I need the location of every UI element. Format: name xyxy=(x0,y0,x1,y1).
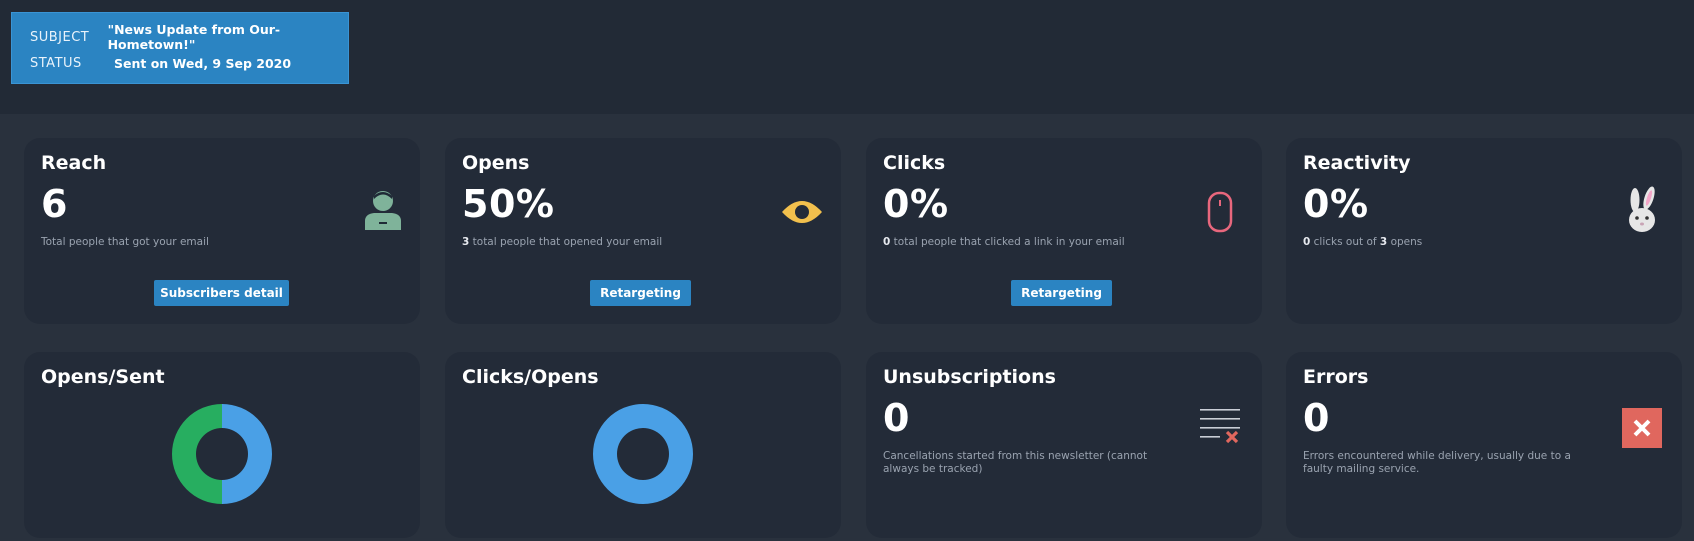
reactivity-text-end: opens xyxy=(1387,236,1423,248)
errors-value: 0 xyxy=(1303,396,1330,440)
clicks-title: Clicks xyxy=(883,152,946,174)
opens-description: 3 total people that opened your email xyxy=(462,236,662,249)
list-remove-icon xyxy=(1200,409,1240,444)
unsubscriptions-value: 0 xyxy=(883,396,910,440)
reach-value: 6 xyxy=(41,182,68,226)
header-band: SUBJECT "News Update from Our-Hometown!"… xyxy=(0,0,1694,114)
reach-description: Total people that got your email xyxy=(41,236,209,248)
reactivity-description: 0 clicks out of 3 opens xyxy=(1303,236,1422,249)
clicks-opens-title: Clicks/Opens xyxy=(462,366,599,388)
subject-value: "News Update from Our-Hometown!" xyxy=(107,22,281,52)
status-label: STATUS xyxy=(30,55,82,71)
opens-sent-slice-0 xyxy=(222,404,272,504)
stats-dashboard: Reach 6 Total people that got your email… xyxy=(0,114,1694,541)
campaign-info-box: SUBJECT "News Update from Our-Hometown!"… xyxy=(11,12,349,84)
eye-icon xyxy=(782,201,822,223)
clicks-opens-donut-chart xyxy=(593,404,693,504)
reactivity-text-mid: clicks out of xyxy=(1310,236,1380,248)
reactivity-card: Reactivity 0% 0 clicks out of 3 opens xyxy=(1286,138,1682,324)
opens-sent-slice-1 xyxy=(172,404,222,504)
unsubscriptions-title: Unsubscriptions xyxy=(883,366,1056,388)
opens-card: Opens 50% 3 total people that opened you… xyxy=(445,138,841,324)
close-box-icon xyxy=(1622,408,1662,448)
opens-title: Opens xyxy=(462,152,530,174)
clicks-card: Clicks 0% 0 total people that clicked a … xyxy=(866,138,1262,324)
rabbit-icon xyxy=(1629,186,1655,232)
clicks-opens-slice-1 xyxy=(593,404,693,504)
unsubscriptions-description: Cancellations started from this newslett… xyxy=(883,450,1148,475)
opens-retargeting-button[interactable]: Retargeting xyxy=(590,280,691,306)
reach-card: Reach 6 Total people that got your email… xyxy=(24,138,420,324)
clicks-retargeting-button[interactable]: Retargeting xyxy=(1011,280,1112,306)
clicks-value: 0% xyxy=(883,182,949,226)
subject-row: SUBJECT "News Update from Our-Hometown!" xyxy=(30,22,348,52)
errors-title: Errors xyxy=(1303,366,1369,388)
reactivity-title: Reactivity xyxy=(1303,152,1411,174)
opens-sent-title: Opens/Sent xyxy=(41,366,165,388)
opens-description-text: total people that opened your email xyxy=(469,236,663,248)
subscribers-detail-button[interactable]: Subscribers detail xyxy=(154,280,289,306)
opens-sent-card: Opens/Sent xyxy=(24,352,420,538)
reactivity-value: 0% xyxy=(1303,182,1369,226)
opens-value: 50% xyxy=(462,182,555,226)
errors-card: Errors 0 Errors encountered while delive… xyxy=(1286,352,1682,538)
reach-title: Reach xyxy=(41,152,107,174)
errors-description: Errors encountered while delivery, usual… xyxy=(1303,450,1571,475)
clicks-description-text: total people that clicked a link in your… xyxy=(890,236,1125,248)
opens-sent-donut-chart xyxy=(172,404,272,504)
status-row: STATUS Sent on Wed, 9 Sep 2020 xyxy=(30,50,348,76)
unsubscriptions-card: Unsubscriptions 0 Cancellations started … xyxy=(866,352,1262,538)
person-icon xyxy=(365,191,401,230)
clicks-description: 0 total people that clicked a link in yo… xyxy=(883,236,1125,249)
mouse-icon xyxy=(1207,191,1233,233)
subject-label: SUBJECT xyxy=(30,29,90,45)
clicks-opens-card: Clicks/Opens xyxy=(445,352,841,538)
status-value: Sent on Wed, 9 Sep 2020 xyxy=(114,55,292,71)
